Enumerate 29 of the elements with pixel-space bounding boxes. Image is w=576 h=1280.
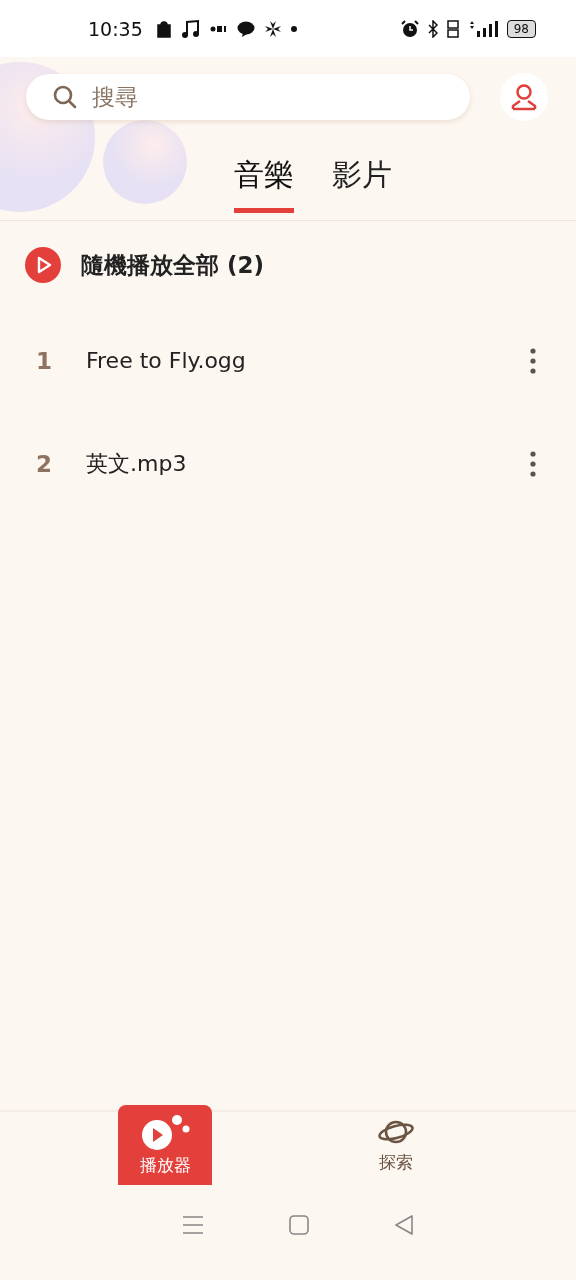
- signal-icon: [467, 19, 498, 38]
- tab[interactable]: 音樂: [234, 155, 294, 213]
- alarm-icon: [400, 19, 419, 38]
- search-field[interactable]: 搜尋: [26, 74, 470, 120]
- profile-button[interactable]: [500, 73, 548, 121]
- play-icon[interactable]: [25, 247, 61, 283]
- music-note-icon: [180, 18, 201, 39]
- status-time: 10:35: [88, 17, 143, 40]
- shopping-bag-icon: [155, 19, 172, 38]
- person-icon: [510, 83, 538, 111]
- dot-icon: [290, 25, 297, 32]
- chat-bubble-icon: [236, 20, 255, 37]
- nav-tab[interactable]: 探索: [348, 1105, 443, 1185]
- menu-icon[interactable]: [182, 1215, 205, 1235]
- play-circle-icon: [139, 1113, 192, 1150]
- more-icon[interactable]: [530, 450, 536, 477]
- more-icon[interactable]: [530, 347, 536, 374]
- track-number: 1: [36, 347, 53, 374]
- nav-tab[interactable]: 播放器: [118, 1105, 213, 1185]
- track-title[interactable]: 英文.mp3: [86, 448, 530, 479]
- home-icon[interactable]: [289, 1215, 309, 1235]
- app-logo-icon: [209, 24, 228, 33]
- bluetooth-icon: [427, 19, 438, 38]
- track-title[interactable]: Free to Fly.ogg: [86, 348, 530, 373]
- track-number: 2: [36, 450, 53, 477]
- tab[interactable]: 影片: [332, 155, 392, 213]
- battery-level: 98: [506, 19, 536, 38]
- shuffle-all-label[interactable]: 隨機播放全部 (2): [81, 249, 265, 281]
- back-icon[interactable]: [393, 1215, 414, 1235]
